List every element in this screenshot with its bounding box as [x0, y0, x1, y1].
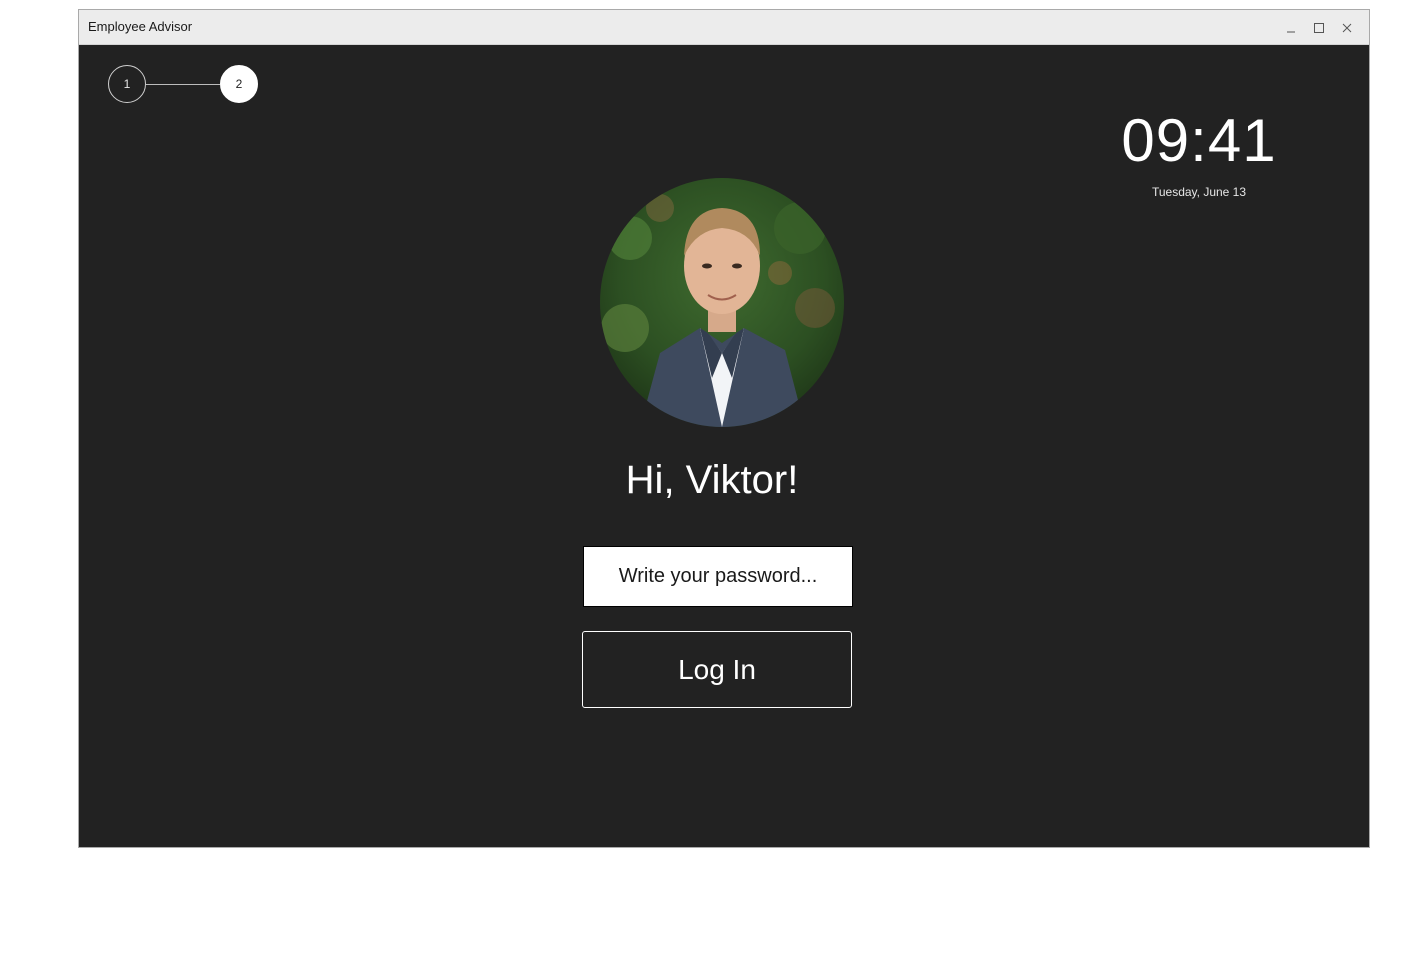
- stepper-connector: [146, 84, 220, 85]
- maximize-icon: [1314, 22, 1324, 33]
- maximize-button[interactable]: [1305, 14, 1333, 42]
- title-bar[interactable]: Employee Advisor: [79, 10, 1369, 45]
- avatar: [600, 178, 844, 427]
- close-button[interactable]: [1333, 14, 1361, 42]
- step-2[interactable]: 2: [220, 65, 258, 103]
- clock-date: Tuesday, June 13: [1151, 185, 1247, 199]
- login-button[interactable]: Log In: [582, 631, 852, 708]
- minimize-icon: [1287, 31, 1295, 32]
- clock: 09:41 Tuesday, June 13: [1099, 107, 1299, 200]
- app-window: Employee Advisor 1 2 09:41 Tuesday, June…: [78, 9, 1370, 848]
- window-title: Employee Advisor: [88, 19, 193, 34]
- minimize-button[interactable]: [1277, 14, 1305, 42]
- step-1[interactable]: 1: [108, 65, 146, 103]
- password-field[interactable]: [583, 546, 853, 607]
- user-photo: [600, 178, 844, 427]
- close-icon: [1342, 23, 1352, 32]
- clock-time: 09:41: [1121, 107, 1277, 174]
- window-controls: [1277, 10, 1361, 45]
- greeting: Hi, Viktor!: [625, 458, 799, 502]
- login-stepper: 1 2: [108, 65, 260, 105]
- login-screen: 1 2 09:41 Tuesday, June 13 Hi, Viktor! L…: [79, 45, 1369, 847]
